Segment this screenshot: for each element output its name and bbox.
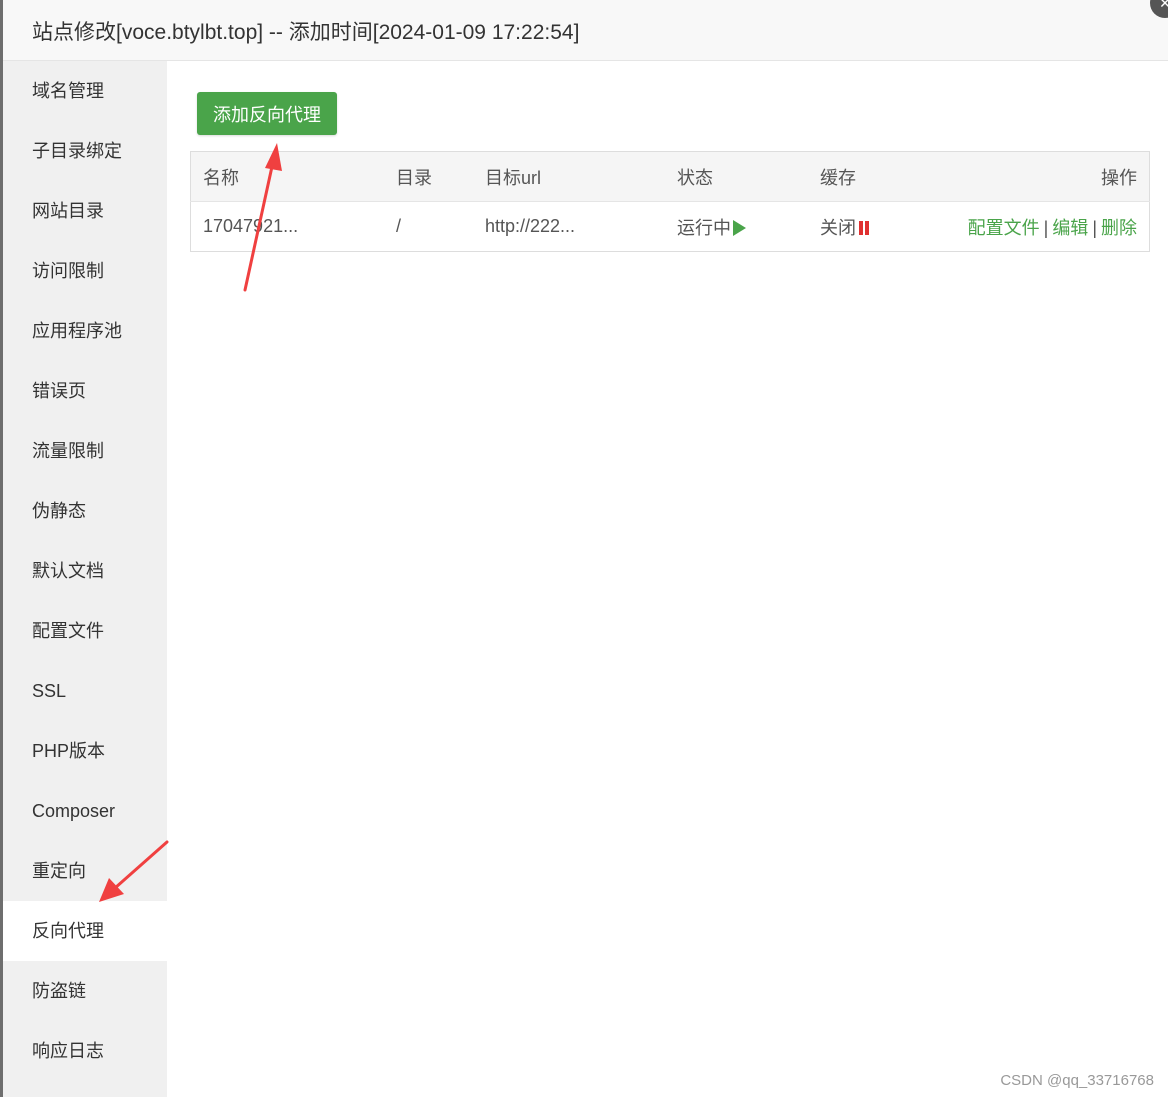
- sidebar-item-redirect[interactable]: 重定向: [3, 841, 167, 901]
- sidebar-item-response-log[interactable]: 响应日志: [3, 1021, 167, 1081]
- sidebar-item-app-pool[interactable]: 应用程序池: [3, 301, 167, 361]
- add-reverse-proxy-button[interactable]: 添加反向代理: [197, 92, 337, 135]
- column-header-name: 名称: [190, 151, 384, 202]
- cell-cache[interactable]: 关闭: [808, 202, 912, 252]
- site-edit-window: 站点修改[voce.btylbt.top] -- 添加时间[2024-01-09…: [0, 0, 1168, 1097]
- sidebar-item-php-version[interactable]: PHP版本: [3, 721, 167, 781]
- cell-target-url: http://222...: [485, 216, 576, 236]
- main-content: 添加反向代理 名称 目录 目标url 状态 缓存 操作 17047921... …: [167, 61, 1168, 1097]
- sidebar-item-rewrite[interactable]: 伪静态: [3, 481, 167, 541]
- cell-directory: /: [396, 216, 402, 236]
- delete-link[interactable]: 删除: [1101, 218, 1137, 238]
- sidebar-item-default-document[interactable]: 默认文档: [3, 541, 167, 601]
- config-file-link[interactable]: 配置文件: [968, 218, 1040, 238]
- sidebar-item-domain-management[interactable]: 域名管理: [3, 61, 167, 121]
- cell-operations: 配置文件 | 编辑 | 删除: [912, 202, 1150, 252]
- pause-icon: [859, 220, 869, 235]
- title-bar: 站点修改[voce.btylbt.top] -- 添加时间[2024-01-09…: [3, 0, 1168, 61]
- sidebar-item-reverse-proxy[interactable]: 反向代理: [3, 901, 167, 961]
- separator: |: [1092, 217, 1097, 238]
- sidebar: 域名管理 子目录绑定 网站目录 访问限制 应用程序池 错误页 流量限制 伪静态 …: [3, 61, 167, 1097]
- edit-link[interactable]: 编辑: [1052, 218, 1088, 238]
- sidebar-item-subdirectory-binding[interactable]: 子目录绑定: [3, 121, 167, 181]
- sidebar-item-composer[interactable]: Composer: [3, 781, 167, 841]
- sidebar-item-site-directory[interactable]: 网站目录: [3, 181, 167, 241]
- column-header-target-url: 目标url: [473, 151, 665, 202]
- column-header-status: 状态: [665, 151, 808, 202]
- play-icon: [733, 219, 746, 236]
- column-header-operations: 操作: [912, 151, 1150, 202]
- sidebar-item-config-file[interactable]: 配置文件: [3, 601, 167, 661]
- window-title: 站点修改[voce.btylbt.top] -- 添加时间[2024-01-09…: [32, 21, 580, 44]
- cell-name: 17047921...: [203, 216, 299, 236]
- cache-off-text: 关闭: [820, 217, 856, 238]
- sidebar-item-hotlink-protection[interactable]: 防盗链: [3, 961, 167, 1021]
- sidebar-item-traffic-limit[interactable]: 流量限制: [3, 421, 167, 481]
- watermark: CSDN @qq_33716768: [1000, 1072, 1154, 1089]
- cell-status[interactable]: 运行中: [665, 202, 808, 252]
- status-running-text: 运行中: [677, 217, 731, 238]
- sidebar-item-access-restriction[interactable]: 访问限制: [3, 241, 167, 301]
- close-icon[interactable]: ✕: [1150, 0, 1168, 18]
- column-header-cache: 缓存: [808, 151, 912, 202]
- sidebar-item-error-page[interactable]: 错误页: [3, 361, 167, 421]
- sidebar-item-ssl[interactable]: SSL: [3, 661, 167, 721]
- column-header-directory: 目录: [384, 151, 473, 202]
- table-row: 17047921... / http://222... 运行中 关闭 配置文件 |…: [191, 202, 1150, 252]
- separator: |: [1043, 217, 1049, 238]
- table-header-row: 名称 目录 目标url 状态 缓存 操作: [190, 151, 1150, 202]
- proxy-table: 名称 目录 目标url 状态 缓存 操作 17047921... / http:…: [190, 151, 1150, 252]
